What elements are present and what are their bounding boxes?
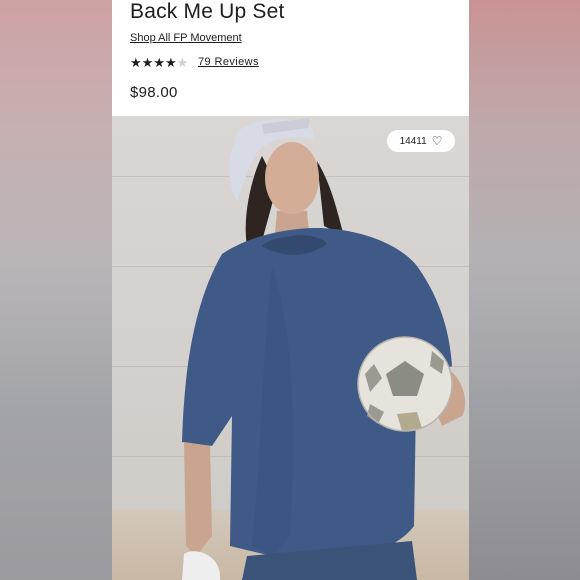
rating-stars: ★★★★★: [130, 55, 188, 71]
star-empty-icon: ★: [176, 55, 189, 70]
product-photo: 14411 ♡: [112, 116, 469, 580]
like-count: 14411: [399, 135, 427, 147]
product-info-panel: Back Me Up Set Shop All FP Movement ★★★★…: [112, 0, 469, 116]
star-icon: ★: [130, 55, 142, 70]
like-button[interactable]: 14411 ♡: [387, 130, 455, 152]
product-title: Back Me Up Set: [130, 0, 285, 23]
right-blurred-backdrop: [469, 0, 580, 580]
star-icon: ★: [153, 55, 165, 70]
model-illustration: [182, 118, 466, 580]
reviews-link[interactable]: 79 Reviews: [198, 56, 259, 68]
product-price: $98.00: [130, 84, 178, 101]
heart-outline-icon: ♡: [431, 134, 443, 148]
star-icon: ★: [164, 55, 177, 70]
product-card: Back Me Up Set Shop All FP Movement ★★★★…: [112, 0, 469, 580]
shop-all-link[interactable]: Shop All FP Movement: [130, 32, 242, 44]
star-icon: ★: [141, 55, 154, 70]
left-blurred-backdrop: [0, 0, 112, 580]
